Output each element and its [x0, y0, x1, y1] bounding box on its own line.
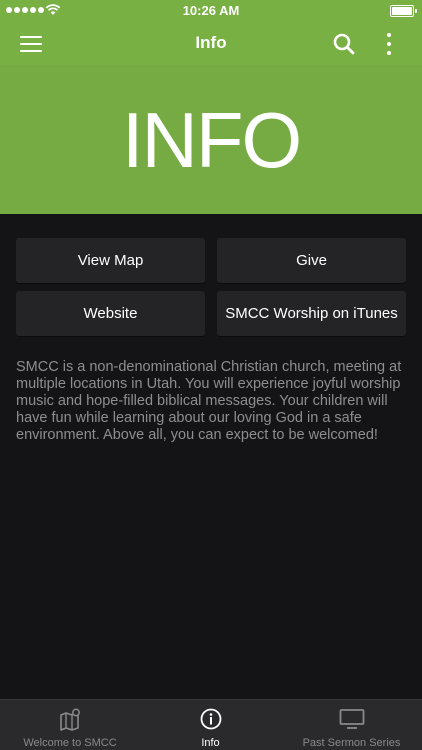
info-icon — [200, 708, 222, 730]
tab-past-sermon-series[interactable]: Past Sermon Series — [281, 700, 422, 750]
tab-info[interactable]: Info — [140, 700, 281, 750]
church-description: SMCC is a non-denominational Christian c… — [16, 359, 402, 443]
status-time: 10:26 AM — [182, 3, 240, 18]
itunes-button[interactable]: SMCC Worship on iTunes — [217, 291, 406, 336]
give-button[interactable]: Give — [217, 238, 406, 283]
search-icon[interactable] — [331, 31, 357, 57]
page-title: Info — [195, 33, 227, 52]
tab-label: Info — [201, 737, 220, 749]
tab-bar: Welcome to SMCC Info Past Sermon Series — [0, 699, 422, 750]
map-icon — [60, 708, 80, 731]
app-bar: Info — [0, 22, 422, 65]
tab-label: Past Sermon Series — [302, 737, 401, 749]
tab-label: Welcome to SMCC — [23, 737, 117, 749]
banner-title: INFO — [121, 95, 302, 184]
status-bar: 10:26 AM — [0, 0, 422, 22]
tab-welcome[interactable]: Welcome to SMCC — [0, 700, 140, 750]
website-button[interactable]: Website — [16, 291, 205, 336]
more-options-icon[interactable] — [380, 31, 398, 57]
view-map-button[interactable]: View Map — [16, 238, 205, 283]
monitor-icon — [339, 709, 365, 729]
battery-icon — [390, 5, 417, 17]
header-banner: INFO — [0, 65, 422, 214]
